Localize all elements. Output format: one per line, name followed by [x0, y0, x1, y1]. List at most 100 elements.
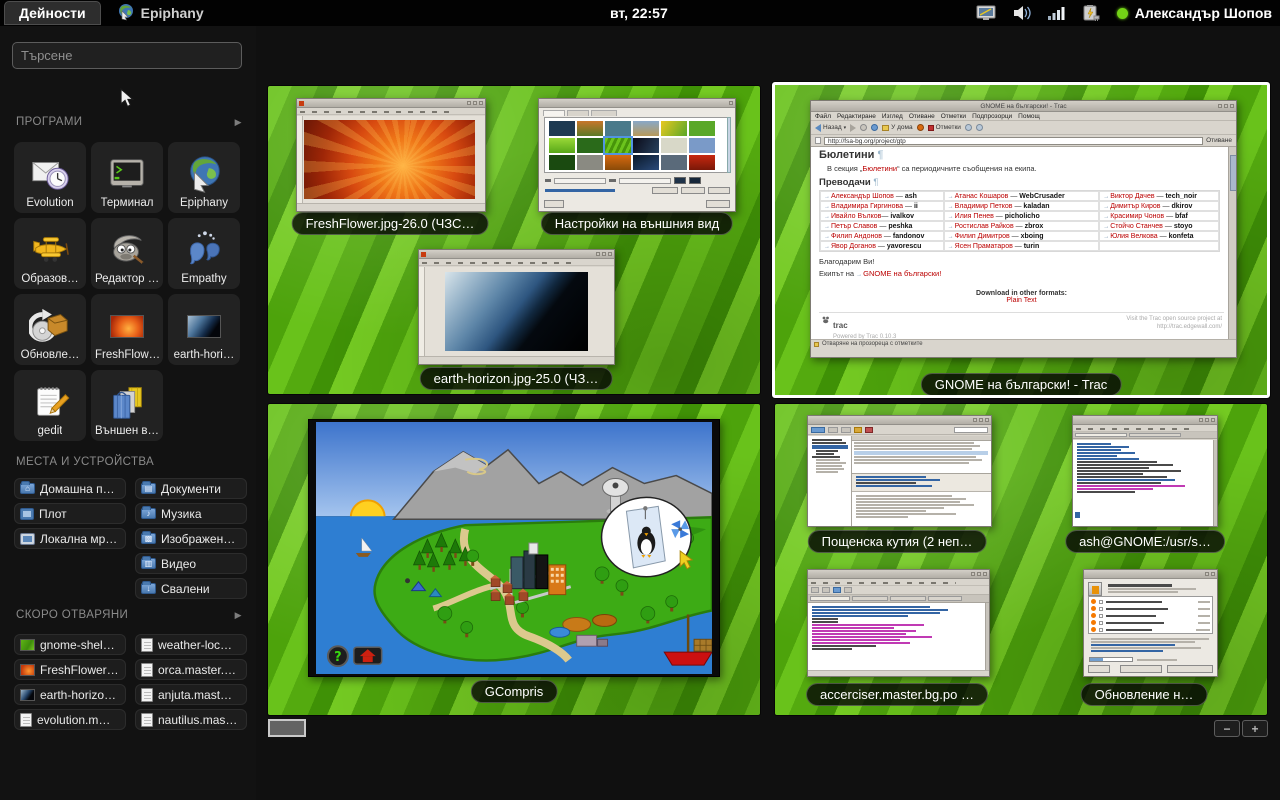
- window-software-update[interactable]: [1083, 569, 1218, 677]
- workspace-3[interactable]: ? GCompris: [268, 404, 760, 715]
- programs-expand-icon[interactable]: ▶: [235, 117, 242, 128]
- pictures-folder-icon: ▩: [141, 533, 156, 544]
- gcompris-home-button: [354, 647, 382, 664]
- app-tile-terminal[interactable]: Терминал: [91, 142, 163, 213]
- place-desktop[interactable]: Плот: [14, 503, 126, 524]
- remove-workspace-button[interactable]: −: [1214, 720, 1240, 737]
- trac-logo-icon: [821, 315, 830, 324]
- gcompris-plane-icon: [29, 227, 71, 273]
- mouse-cursor: [120, 88, 135, 110]
- recent-orca[interactable]: orca.master.…: [135, 659, 247, 680]
- window-titlebar: [1073, 416, 1217, 425]
- screenshot-thumbnail-icon: [20, 639, 35, 651]
- window-gedit-po[interactable]: [807, 569, 990, 677]
- app-tile-appearance[interactable]: Външен в…: [91, 370, 163, 441]
- recent-evolution-po[interactable]: evolution.m…: [14, 709, 126, 730]
- activities-button[interactable]: Дейности: [4, 1, 101, 25]
- app-tile-gcompris[interactable]: Образов…: [14, 218, 86, 289]
- workspace-2-active[interactable]: GNOME на български! - Trac ФайлРедактира…: [772, 82, 1270, 398]
- history-icon: [917, 124, 924, 131]
- workspace-pager-indicator[interactable]: [268, 719, 306, 737]
- forward-icon: [850, 124, 856, 132]
- place-documents[interactable]: ▤ Документи: [135, 478, 247, 499]
- wallpaper-grid: [544, 117, 730, 173]
- recent-section-header: СКОРО ОТВАРЯНИ ▶: [16, 609, 242, 621]
- user-name: Александър Шопов: [1135, 5, 1272, 21]
- search-input[interactable]: [12, 42, 242, 69]
- window-label-freshflower: FreshFlower.jpg-26.0 (ЧЗС…: [292, 212, 489, 235]
- recent-list: gnome-shel… FreshFlower… earth-horizo… e…: [14, 634, 247, 730]
- recent-gnome-shell[interactable]: gnome-shel…: [14, 634, 126, 655]
- network-signal-icon[interactable]: [1048, 6, 1065, 21]
- window-epiphany-trac[interactable]: GNOME на български! - Trac ФайлРедактира…: [810, 100, 1237, 358]
- place-music[interactable]: ♪ Музика: [135, 503, 247, 524]
- window-label-mail: Пощенска кутия (2 неп…: [808, 530, 987, 553]
- app-tile-updates[interactable]: Обновле…: [14, 294, 86, 365]
- gimp-canvas-flower-image: [304, 120, 475, 199]
- place-videos[interactable]: ▥ Видео: [135, 553, 247, 574]
- browser-content: Бюлетини ¶ В секция „Бюлетини“ са период…: [811, 147, 1236, 339]
- recent-freshflower[interactable]: FreshFlower…: [14, 659, 126, 680]
- app-tile-evolution[interactable]: Evolution: [14, 142, 86, 213]
- trac-heading-translators: Преводачи ¶: [819, 177, 1224, 188]
- document-icon: [141, 638, 153, 652]
- trac-intro: В секция „Бюлетини“ са периодичните съоб…: [819, 164, 1224, 173]
- app-tile-freshflower[interactable]: FreshFlow…: [91, 294, 163, 365]
- trac-thanks: Благодарим Ви!: [819, 257, 1224, 266]
- place-home[interactable]: ⌂ Домашна п…: [14, 478, 126, 499]
- zoom-in-icon: [965, 124, 972, 131]
- place-network[interactable]: Локална мр…: [14, 528, 126, 549]
- user-menu[interactable]: Александър Шопов: [1117, 5, 1272, 21]
- window-appearance-settings[interactable]: [538, 98, 736, 212]
- svg-text:?: ?: [334, 650, 342, 665]
- gimp-canvas-earth-image: [445, 272, 588, 351]
- workspace-4[interactable]: Пощенска кутия (2 неп… ash@GNOME:/usr/s…: [775, 404, 1267, 715]
- window-label-terminal: ash@GNOME:/usr/s…: [1065, 530, 1225, 553]
- document-icon: [141, 688, 153, 702]
- app-tile-gedit[interactable]: gedit: [14, 370, 86, 441]
- recent-nautilus[interactable]: nautilus.mas…: [135, 709, 247, 730]
- terminal-icon: [106, 151, 148, 197]
- window-titlebar: [1084, 570, 1217, 579]
- window-gcompris[interactable]: ?: [308, 419, 720, 677]
- place-downloads[interactable]: ↓ Свалени: [135, 578, 247, 599]
- app-tile-earth-horizon[interactable]: earth-hori…: [168, 294, 240, 365]
- window-evolution-mail[interactable]: [807, 415, 992, 527]
- gimp-menubar: [419, 259, 614, 266]
- place-pictures[interactable]: ▩ Изображен…: [135, 528, 247, 549]
- browser-toolbar: Назад▾ У дома Отметки: [811, 121, 1236, 135]
- recent-earth-horizon[interactable]: earth-horizo…: [14, 684, 126, 705]
- window-gimp-freshflower[interactable]: [296, 98, 486, 212]
- recent-anjuta[interactable]: anjuta.mast…: [135, 684, 247, 705]
- window-terminal[interactable]: [1072, 415, 1218, 527]
- window-gimp-earth[interactable]: [418, 249, 615, 365]
- network-icon: [20, 533, 35, 545]
- document-icon: [20, 713, 32, 727]
- epiphany-globe-icon: [117, 3, 135, 24]
- document-icon: [141, 663, 153, 677]
- app-tile-gimp[interactable]: Редактор …: [91, 218, 163, 289]
- app-tile-empathy[interactable]: Empathy: [168, 218, 240, 289]
- recent-weather-locations[interactable]: weather-loc…: [135, 634, 247, 655]
- appearance-bags-icon: [106, 379, 148, 425]
- home-icon: [882, 125, 889, 131]
- gedit-menubar: [808, 579, 989, 586]
- statusbar-icon: [814, 342, 819, 347]
- videos-folder-icon: ▥: [141, 558, 156, 569]
- battery-power-icon[interactable]: [1081, 5, 1101, 22]
- workspace-1[interactable]: FreshFlower.jpg-26.0 (ЧЗС…: [268, 86, 760, 394]
- clock[interactable]: вт, 22:57: [610, 5, 668, 21]
- focused-app-menu[interactable]: Epiphany: [117, 3, 204, 24]
- top-bar: Дейности Epiphany вт, 22:57: [0, 0, 1280, 26]
- home-folder-icon: ⌂: [20, 483, 35, 494]
- desktop-icon: [20, 508, 34, 520]
- trac-heading-bulletins: Бюлетини ¶: [819, 149, 1224, 161]
- add-workspace-button[interactable]: +: [1242, 720, 1268, 737]
- display-settings-icon[interactable]: [976, 5, 997, 22]
- reload-icon: [871, 124, 878, 131]
- recent-expand-icon[interactable]: ▶: [235, 610, 242, 621]
- app-tile-epiphany[interactable]: Epiphany: [168, 142, 240, 213]
- window-label-trac: GNOME на български! - Trac: [921, 373, 1122, 396]
- volume-icon[interactable]: [1013, 5, 1032, 21]
- terminal-menubar: [1073, 425, 1217, 432]
